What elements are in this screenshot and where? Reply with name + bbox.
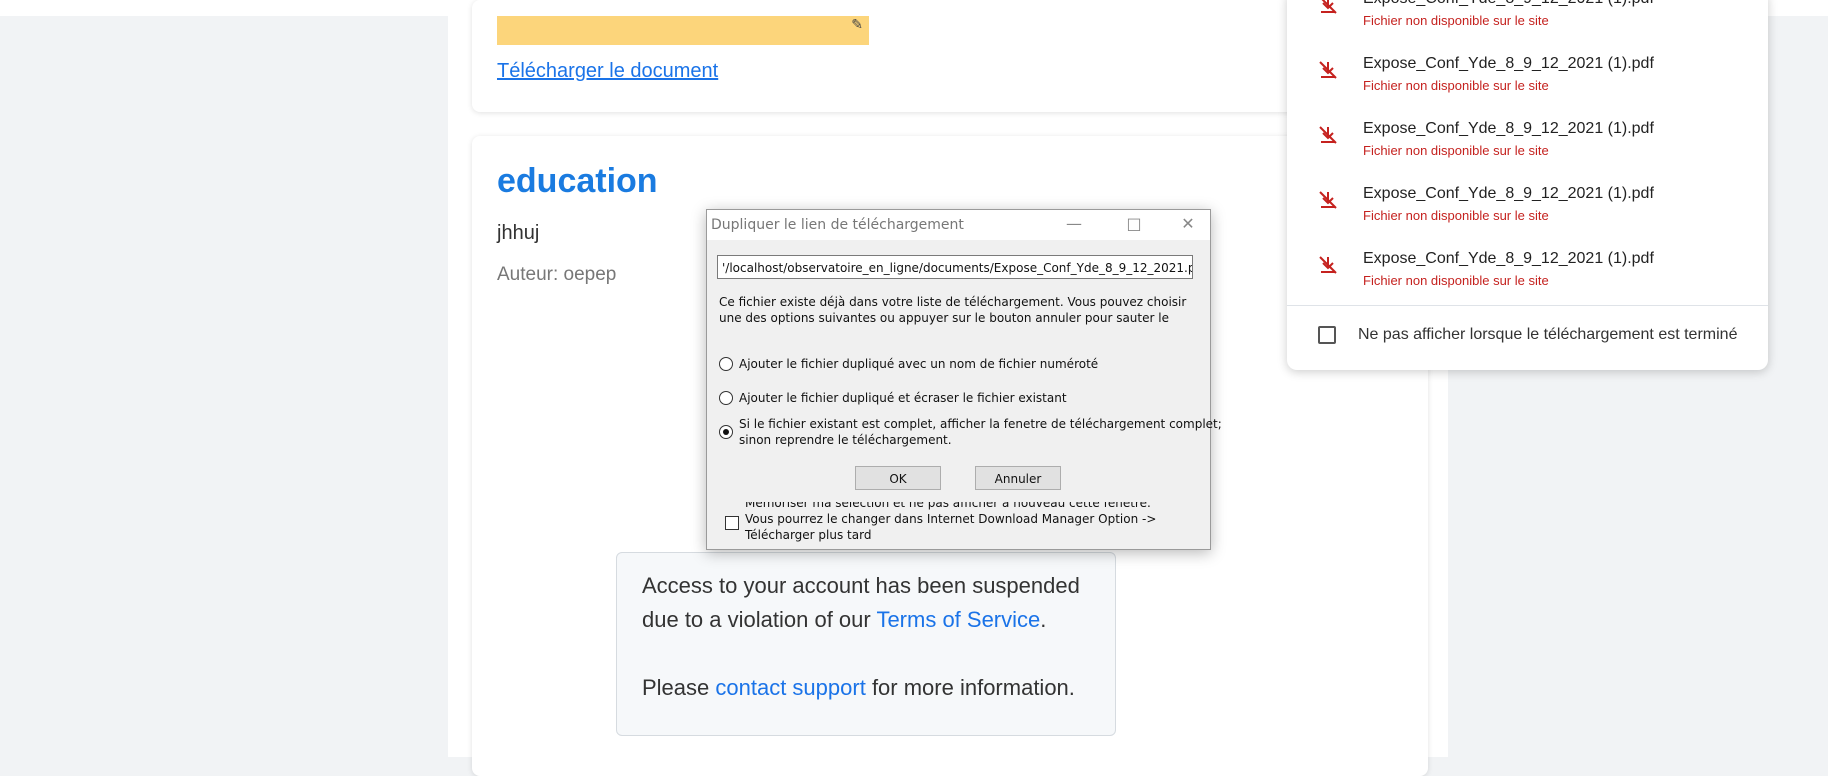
doodle-icon: ✎ xyxy=(851,16,863,32)
download-filename: Expose_Conf_Yde_8_9_12_2021 (1).pdf xyxy=(1363,55,1654,72)
section-title: education xyxy=(497,162,658,200)
minimize-icon[interactable]: — xyxy=(1059,214,1089,234)
contact-support-link[interactable]: contact support xyxy=(715,675,865,700)
dialog-message: Ce fichier existe déjà dans votre liste … xyxy=(719,295,1187,325)
maximize-icon: □ xyxy=(1126,214,1142,233)
remember-choice[interactable]: Mémoriser ma sélection et ne pas affiche… xyxy=(725,502,1195,542)
notice-line-1: Access to your account has been suspende… xyxy=(642,573,1080,598)
remember-choice-line-2: Vous pourrez le changer dans Internet Do… xyxy=(745,512,1157,526)
download-item[interactable]: Expose_Conf_Yde_8_9_12_2021 (1).pdf Fich… xyxy=(1287,250,1768,310)
download-document-link[interactable]: Télécharger le document xyxy=(497,60,718,83)
downloads-panel: Expose_Conf_Yde_8_9_12_2021 (1).pdf Fich… xyxy=(1287,0,1768,370)
download-failed-icon xyxy=(1319,126,1337,144)
radio-overwrite[interactable] xyxy=(719,391,733,405)
dialog-title: Dupliquer le lien de téléchargement xyxy=(711,217,964,233)
remember-choice-line-1: Mémoriser ma sélection et ne pas affiche… xyxy=(745,502,1151,510)
dialog-titlebar[interactable]: Dupliquer le lien de téléchargement — □ … xyxy=(707,210,1210,240)
download-item[interactable]: Expose_Conf_Yde_8_9_12_2021 (1).pdf Fich… xyxy=(1287,55,1768,115)
download-status: Fichier non disponible sur le site xyxy=(1363,13,1549,28)
download-item[interactable]: Expose_Conf_Yde_8_9_12_2021 (1).pdf Fich… xyxy=(1287,120,1768,180)
download-filename: Expose_Conf_Yde_8_9_12_2021 (1).pdf xyxy=(1363,185,1654,202)
radio-numbered-name[interactable] xyxy=(719,357,733,371)
document-banner-image: ✎ xyxy=(497,16,869,45)
radio-complete-or-resume[interactable] xyxy=(719,425,733,439)
downloads-divider xyxy=(1287,305,1768,306)
download-status: Fichier non disponible sur le site xyxy=(1363,208,1549,223)
hide-when-complete-label: Ne pas afficher lorsque le téléchargemen… xyxy=(1358,326,1738,343)
close-icon[interactable]: ✕ xyxy=(1173,214,1203,234)
remember-choice-line-3: Télécharger plus tard xyxy=(745,528,872,542)
account-suspended-notice: Access to your account has been suspende… xyxy=(616,552,1116,736)
remember-choice-checkbox[interactable] xyxy=(725,516,739,530)
download-status: Fichier non disponible sur le site xyxy=(1363,273,1549,288)
notice-line-3: Please contact support for more informat… xyxy=(642,675,1075,700)
download-filename: Expose_Conf_Yde_8_9_12_2021 (1).pdf xyxy=(1363,0,1654,8)
download-failed-icon xyxy=(1319,61,1337,79)
download-item[interactable]: Expose_Conf_Yde_8_9_12_2021 (1).pdf Fich… xyxy=(1287,0,1768,50)
duplicate-download-dialog: Dupliquer le lien de téléchargement — □ … xyxy=(706,209,1222,550)
download-failed-icon xyxy=(1321,0,1337,14)
download-status: Fichier non disponible sur le site xyxy=(1363,78,1549,93)
terms-of-service-link[interactable]: Terms of Service xyxy=(876,607,1040,632)
download-filename: Expose_Conf_Yde_8_9_12_2021 (1).pdf xyxy=(1363,120,1654,137)
download-filename: Expose_Conf_Yde_8_9_12_2021 (1).pdf xyxy=(1363,250,1654,267)
download-failed-icon xyxy=(1319,256,1337,274)
notice-line-2: due to a violation of our Terms of Servi… xyxy=(642,607,1047,632)
hide-when-complete-checkbox[interactable] xyxy=(1318,326,1336,344)
download-url-field[interactable]: '/localhost/observatoire_en_ligne/docume… xyxy=(717,255,1193,279)
section-subtitle: jhhuj xyxy=(497,222,540,244)
author-label: Auteur: oepep xyxy=(497,264,617,285)
cancel-button[interactable]: Annuler xyxy=(975,466,1061,490)
ok-button[interactable]: OK xyxy=(855,466,941,490)
download-item[interactable]: Expose_Conf_Yde_8_9_12_2021 (1).pdf Fich… xyxy=(1287,185,1768,245)
download-failed-icon xyxy=(1319,191,1337,209)
download-status: Fichier non disponible sur le site xyxy=(1363,143,1549,158)
